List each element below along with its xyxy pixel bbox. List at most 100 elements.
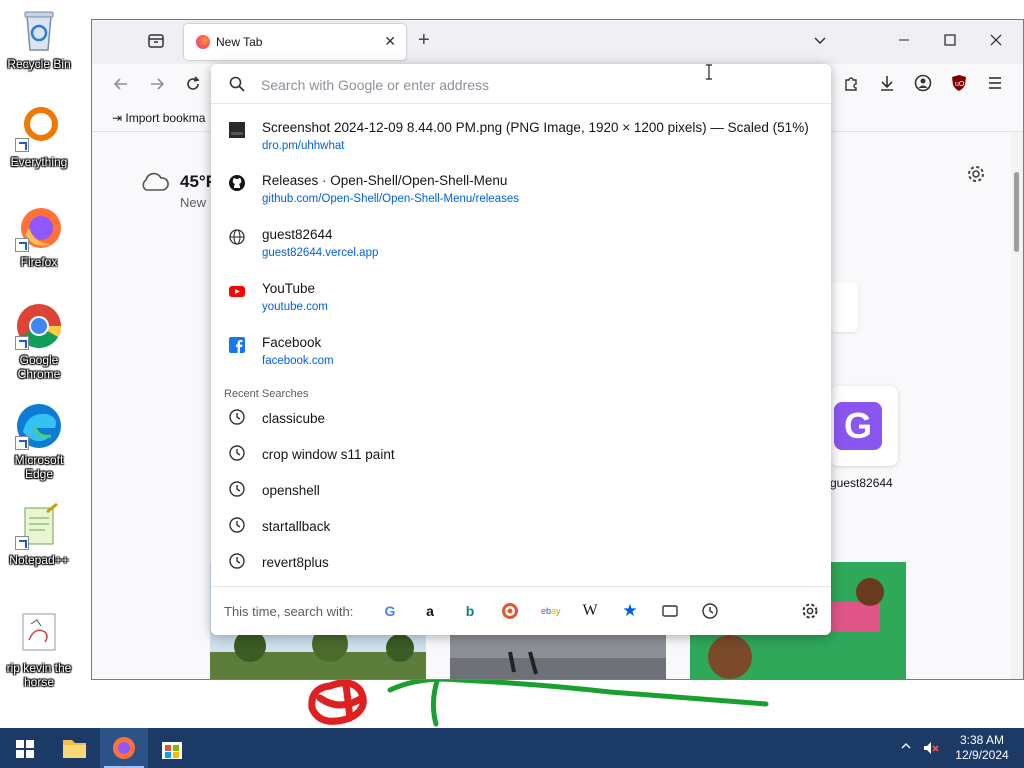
url-search-input[interactable]	[261, 74, 801, 96]
result-url: facebook.com	[262, 355, 334, 367]
desktop-icon-microsoft-edge[interactable]: Microsoft Edge	[4, 402, 74, 481]
bing-icon[interactable]: b	[461, 602, 479, 620]
tab-title: New Tab	[216, 35, 263, 49]
urlbar-result-row[interactable]: Screenshot 2024-12-09 8.44.00 PM.png (PN…	[211, 116, 831, 168]
search-with-label: This time, search with:	[224, 604, 354, 619]
recent-search-row[interactable]: startallback	[211, 510, 831, 544]
recycle-bin-icon	[15, 6, 63, 54]
history-clock-icon[interactable]	[701, 602, 719, 620]
desktop-icon-recycle-bin[interactable]: Recycle Bin	[4, 6, 74, 71]
desktop-icon-everything[interactable]: Everything	[4, 104, 74, 169]
cloud-icon	[142, 172, 169, 191]
image-file-icon	[15, 610, 63, 658]
hamburger-menu-icon[interactable]	[986, 74, 1006, 94]
desktop-icon-label: Recycle Bin	[7, 57, 71, 71]
recent-search-text: classicube	[262, 411, 326, 426]
duckduckgo-icon[interactable]	[501, 602, 519, 620]
desktop-icon-label: Google Chrome	[17, 353, 61, 381]
shortcut-tile[interactable]	[830, 282, 858, 332]
urlbar-result-row[interactable]: YouTube youtube.com	[211, 277, 831, 329]
account-icon[interactable]	[914, 74, 934, 94]
maximize-button[interactable]	[940, 30, 960, 50]
firefox-icon	[113, 737, 135, 759]
chrome-icon	[15, 302, 63, 350]
clock-date: 12/9/2024	[955, 748, 1009, 762]
recent-search-row[interactable]: classicube	[211, 402, 831, 436]
history-clock-icon	[229, 553, 245, 572]
desktop-icon-google-chrome[interactable]: Google Chrome	[4, 302, 74, 381]
close-window-button[interactable]	[986, 30, 1006, 50]
ublock-origin-icon[interactable]: uO	[950, 74, 970, 94]
weather-widget[interactable]: 45°F New	[138, 170, 216, 210]
close-tab-icon[interactable]: ✕	[384, 33, 396, 50]
shortcut-tile-guest82644[interactable]: G	[830, 386, 898, 466]
search-icon	[229, 76, 245, 95]
taskbar-firefox[interactable]	[100, 728, 148, 768]
recent-searches-heading: Recent Searches	[224, 388, 309, 400]
everything-icon	[15, 104, 63, 152]
tab-new-tab[interactable]: New Tab ✕	[184, 24, 406, 60]
new-tab-button[interactable]: +	[418, 30, 430, 50]
urlbar-result-row[interactable]: Facebook facebook.com	[211, 331, 831, 383]
taskbar-file-explorer[interactable]	[50, 728, 98, 768]
show-hidden-icons-chevron-icon[interactable]	[900, 740, 912, 768]
text-cursor-icon	[705, 64, 713, 80]
taskbar-clock[interactable]: 3:38 AM 12/9/2024	[952, 733, 1012, 763]
extensions-puzzle-icon[interactable]	[842, 74, 862, 94]
search-settings-gear-icon[interactable]	[801, 602, 819, 620]
minimize-button[interactable]	[894, 30, 914, 50]
svg-text:uO: uO	[955, 81, 965, 88]
import-bookmarks-button[interactable]: ⇥ Import bookma	[112, 111, 205, 125]
recent-search-text: crop window s11 paint	[262, 447, 395, 462]
import-icon: ⇥	[112, 111, 123, 125]
desktop-icon-notepad-plus-plus[interactable]: Notepad++	[4, 502, 74, 567]
result-title: Releases · Open-Shell/Open-Shell-Menu	[262, 173, 508, 188]
youtube-icon	[229, 283, 245, 299]
firefox-icon	[15, 204, 63, 252]
windows-start-icon[interactable]	[16, 740, 34, 761]
clock-time: 3:38 AM	[959, 733, 1005, 747]
desktop-icon-rip-kevin-the-horse[interactable]: rip kevin the horse	[4, 610, 74, 689]
bookmarks-star-icon[interactable]: ★	[621, 602, 639, 620]
recent-search-row[interactable]: openshell	[211, 474, 831, 508]
ebay-icon[interactable]: ebay	[541, 602, 561, 620]
recent-search-row[interactable]: crop window s11 paint	[211, 438, 831, 472]
list-all-tabs-chevron-icon[interactable]	[812, 32, 828, 51]
image-thumbnail-icon	[229, 122, 245, 138]
volume-muted-icon[interactable]	[922, 739, 940, 768]
result-title: Facebook	[262, 335, 322, 350]
desktop-icon-firefox[interactable]: Firefox	[4, 204, 74, 269]
personalize-gear-icon[interactable]	[966, 164, 986, 187]
facebook-icon	[229, 337, 245, 353]
shortcut-arrow-icon	[15, 336, 29, 350]
recent-search-row[interactable]: revert8plus	[211, 546, 831, 580]
desktop-icon-label: rip kevin the horse	[6, 661, 72, 689]
urlbar-result-row[interactable]: Releases · Open-Shell/Open-Shell-Menu gi…	[211, 169, 831, 221]
globe-icon	[229, 229, 245, 245]
desktop-icon-label: Everything	[10, 155, 68, 169]
downloads-icon[interactable]	[878, 74, 898, 94]
forward-arrow-icon[interactable]	[148, 75, 168, 95]
result-url: dro.pm/uhhwhat	[262, 140, 345, 152]
desktop-icon-label: Firefox	[20, 255, 58, 269]
desktop-icon-label: Microsoft Edge	[14, 453, 64, 481]
result-title: YouTube	[262, 281, 316, 296]
edge-icon	[15, 402, 63, 450]
page-scrollbar[interactable]	[1011, 132, 1023, 679]
google-icon[interactable]: G	[381, 602, 399, 620]
firefox-view-icon[interactable]	[147, 32, 167, 52]
tabs-icon[interactable]	[661, 602, 679, 620]
history-clock-icon	[229, 481, 245, 500]
reload-icon[interactable]	[184, 75, 204, 95]
result-url: guest82644.vercel.app	[262, 247, 379, 259]
amazon-icon[interactable]: a	[421, 602, 439, 620]
shortcut-arrow-icon	[15, 536, 29, 550]
taskbar-microsoft-store[interactable]	[148, 728, 196, 768]
urlbar-result-row[interactable]: guest82644 guest82644.vercel.app	[211, 223, 831, 275]
wikipedia-icon[interactable]: W	[581, 602, 599, 620]
guest82644-logo-icon: G	[834, 402, 882, 450]
result-title: guest82644	[262, 227, 333, 242]
weather-location: New	[180, 195, 207, 210]
back-arrow-icon[interactable]	[112, 75, 132, 95]
recent-search-text: startallback	[262, 519, 331, 534]
